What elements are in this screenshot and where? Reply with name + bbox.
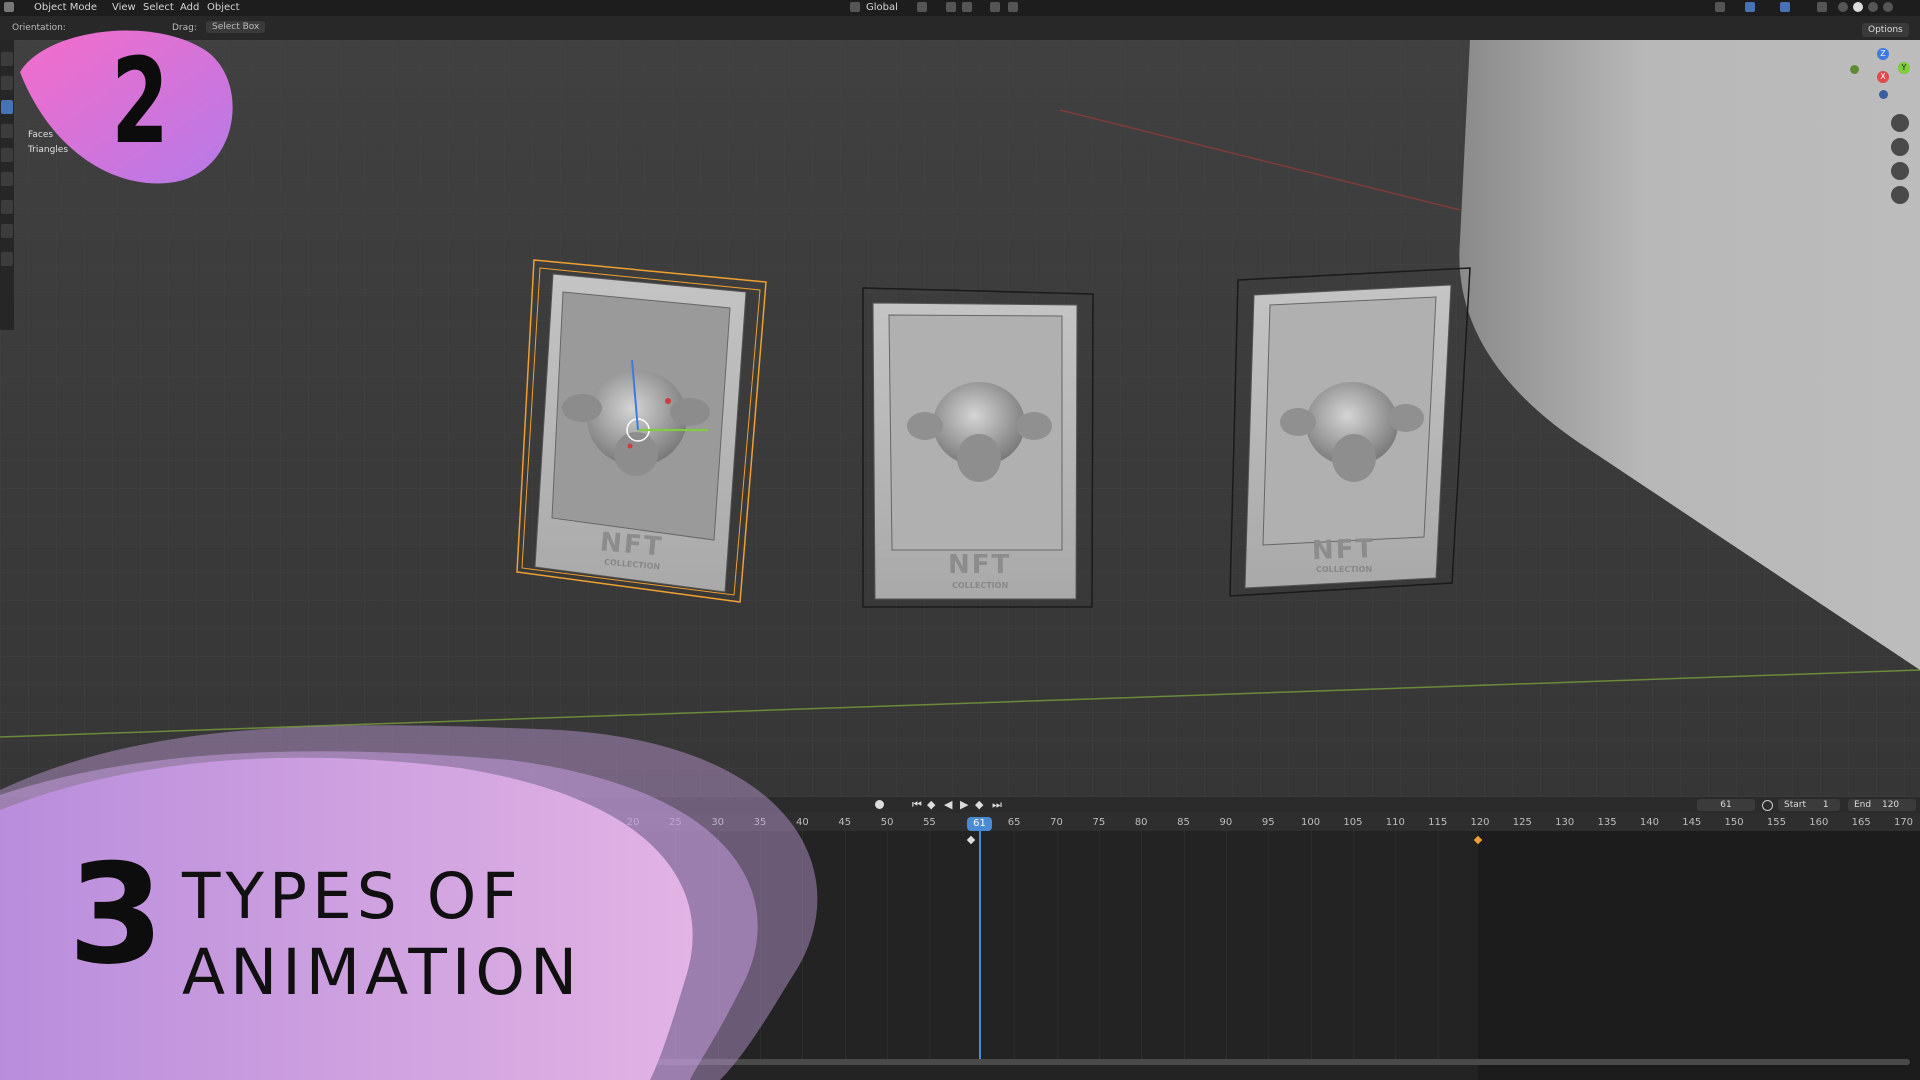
title-line-2: ANIMATION bbox=[182, 936, 583, 1009]
title-number: 3 bbox=[68, 834, 165, 995]
badge-number: 2 bbox=[111, 32, 169, 170]
title-line-1: TYPES OF bbox=[182, 860, 523, 933]
